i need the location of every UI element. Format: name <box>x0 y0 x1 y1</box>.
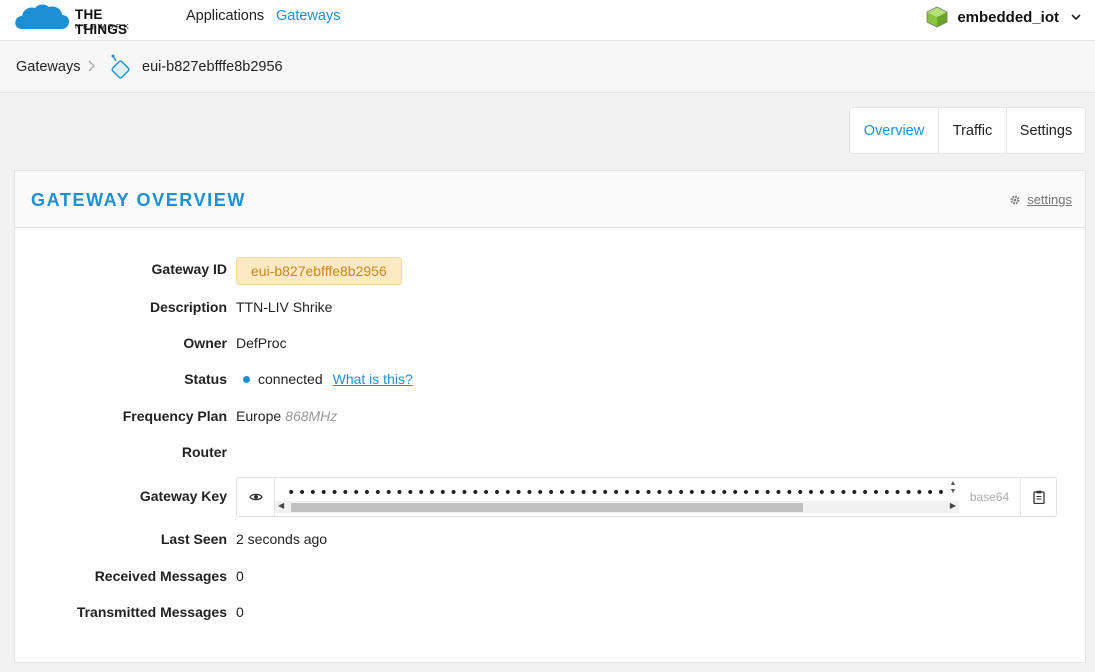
value-last-seen: 2 seconds ago <box>236 531 328 547</box>
user-name: embedded_iot <box>957 8 1059 26</box>
panel-settings-link[interactable]: settings <box>1009 192 1072 207</box>
clipboard-icon <box>1032 490 1045 504</box>
status-text: connected <box>258 371 323 387</box>
gateway-key-textarea[interactable]: ••••••••••••••••••••••••••••••••••••••••… <box>275 478 959 516</box>
settings-link-text: settings <box>1027 192 1072 207</box>
ttn-logo[interactable]: THE THINGS NETWORK <box>14 3 154 37</box>
copy-key-button[interactable] <box>1021 478 1056 516</box>
label-description: Description <box>149 299 227 315</box>
value-owner: DefProc <box>236 335 287 351</box>
label-owner: Owner <box>183 335 227 351</box>
value-received-messages: 0 <box>236 568 244 584</box>
chevron-right-icon <box>88 60 95 72</box>
tab-traffic[interactable]: Traffic <box>939 108 1007 153</box>
row-owner: Owner DefProc <box>15 332 1085 354</box>
row-received-messages: Received Messages 0 <box>15 565 1085 587</box>
cloud-logo-icon <box>15 4 70 29</box>
label-transmitted-messages: Transmitted Messages <box>76 604 227 620</box>
key-horizontal-scrollbar[interactable]: ◀ ▶ <box>275 501 959 513</box>
row-gateway-id: Gateway ID eui-b827ebfffe8b2956 <box>15 257 1085 285</box>
gateway-overview-panel: GATEWAY OVERVIEW settings Gateway ID eui… <box>14 170 1086 663</box>
what-is-this-link[interactable]: What is this? <box>333 371 413 387</box>
user-cube-icon <box>926 6 948 28</box>
gateway-key-masked-value: ••••••••••••••••••••••••••••••••••••••••… <box>287 485 947 501</box>
top-navbar: THE THINGS NETWORK Applications Gateways… <box>0 0 1095 41</box>
gateway-tabs: Overview Traffic Settings <box>849 107 1086 154</box>
label-last-seen: Last Seen <box>160 531 227 547</box>
panel-title: GATEWAY OVERVIEW <box>31 190 246 210</box>
value-frequency-plan: Europe 868MHz <box>236 408 337 424</box>
key-format-toggle[interactable]: base64 <box>959 478 1021 516</box>
label-status: Status <box>184 371 227 387</box>
label-router: Router <box>181 444 227 460</box>
gear-icon <box>1010 195 1020 204</box>
label-received-messages: Received Messages <box>94 568 227 584</box>
row-description: Description TTN-LIV Shrike <box>15 296 1085 318</box>
label-gateway-id: Gateway ID <box>151 261 227 277</box>
row-status: Status connected What is this? <box>15 368 1085 390</box>
value-description: TTN-LIV Shrike <box>236 299 333 315</box>
row-gateway-key: Gateway Key ••••••••••••••••••••••••••••… <box>15 477 1085 517</box>
tab-overview[interactable]: Overview <box>850 108 939 153</box>
tab-settings[interactable]: Settings <box>1007 108 1085 153</box>
gateway-id-badge[interactable]: eui-b827ebfffe8b2956 <box>236 257 402 285</box>
gateway-key-field: ••••••••••••••••••••••••••••••••••••••••… <box>236 477 1057 517</box>
user-menu[interactable]: embedded_iot <box>925 5 1081 29</box>
gateway-icon <box>111 54 130 79</box>
scroll-thumb[interactable] <box>291 503 803 512</box>
frequency-region: Europe <box>236 408 282 424</box>
value-status: connected What is this? <box>236 371 413 387</box>
breadcrumb-current-gateway: eui-b827ebfffe8b2956 <box>142 59 283 75</box>
scroll-right-arrow[interactable]: ▶ <box>950 501 956 510</box>
breadcrumb-gateways[interactable]: Gateways <box>16 59 80 75</box>
logo-text-secondary: NETWORK <box>75 22 132 31</box>
scroll-left-arrow[interactable]: ◀ <box>278 501 284 510</box>
status-dot-icon <box>243 376 250 384</box>
panel-header: GATEWAY OVERVIEW settings <box>15 171 1085 228</box>
breadcrumb-separator <box>88 58 96 75</box>
row-frequency-plan: Frequency Plan Europe 868MHz <box>15 405 1085 427</box>
row-last-seen: Last Seen 2 seconds ago <box>15 528 1085 550</box>
value-transmitted-messages: 0 <box>236 604 244 620</box>
row-transmitted-messages: Transmitted Messages 0 <box>15 601 1085 623</box>
key-vertical-scrollbar[interactable]: ▲ ▼ <box>947 480 959 500</box>
chevron-down-icon <box>1071 14 1081 21</box>
label-gateway-key: Gateway Key <box>139 488 227 504</box>
nav-applications[interactable]: Applications <box>186 8 264 24</box>
show-key-button[interactable] <box>237 478 275 516</box>
frequency-detail: 868MHz <box>285 408 338 424</box>
label-frequency-plan: Frequency Plan <box>122 408 227 424</box>
row-router: Router <box>15 441 1085 463</box>
nav-gateways[interactable]: Gateways <box>276 8 340 24</box>
eye-icon <box>248 493 263 501</box>
breadcrumb: Gateways eui-b827ebfffe8b2956 <box>0 41 1095 93</box>
